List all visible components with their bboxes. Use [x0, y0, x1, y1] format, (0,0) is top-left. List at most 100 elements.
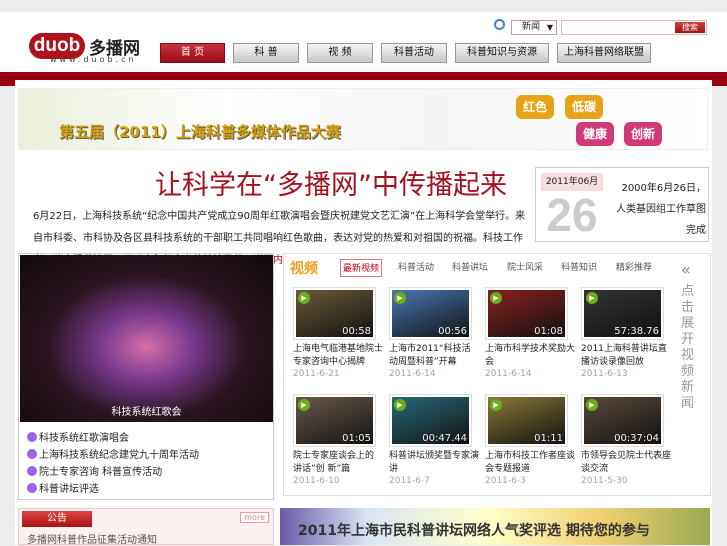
tab-lectures[interactable]: 科普讲坛: [449, 259, 491, 277]
video-image: ▶ 01:08: [488, 290, 565, 337]
contest-banner[interactable]: 第五届（2011）上海科普多媒体作品大赛 红色 低碳 健康 创新: [18, 88, 708, 150]
video-item[interactable]: ▶ 01:05 院士专家座谈会上的 讲话“创 新”篇 2011-6-10: [293, 394, 383, 486]
video-thumbnail[interactable]: ▶ 01:11: [485, 394, 568, 447]
video-duration: 01:08: [534, 326, 563, 337]
expand-icon[interactable]: «: [681, 260, 691, 279]
tab-knowledge[interactable]: 科普知识: [558, 259, 600, 277]
video-caption[interactable]: 2011上海科普讲坛直播访谈录像回放: [581, 343, 671, 369]
tab-activities[interactable]: 科普活动: [395, 259, 437, 277]
video-image: ▶ 01:11: [488, 397, 565, 444]
video-thumbnail[interactable]: ▶ 57:38.76: [581, 287, 664, 340]
video-caption[interactable]: 上海市科学技术奖励大会: [485, 343, 575, 369]
video-caption[interactable]: 上海市科技工作者座谈会专题报道: [485, 450, 575, 476]
news-photo[interactable]: 科技系统红歌会: [20, 255, 273, 422]
video-duration: 57:38.76: [614, 326, 659, 337]
video-date: 2011-5-30: [581, 476, 628, 486]
video-thumbnail[interactable]: ▶ 00:58: [293, 287, 376, 340]
tab-academicians[interactable]: 院士风采: [504, 259, 546, 277]
list-item[interactable]: 上海科技系统纪念建党九十周年活动: [27, 446, 199, 461]
video-thumbnail[interactable]: ▶ 00:47.44: [389, 394, 472, 447]
video-title: 视频: [290, 261, 318, 277]
more-link[interactable]: more: [240, 512, 269, 523]
video-item[interactable]: ▶ 00:37:04 市领导会见院士代表座谈交流 2011-5-30: [581, 394, 671, 486]
video-item[interactable]: ▶ 01:11 上海市科技工作者座谈会专题报道 2011-6-3: [485, 394, 575, 486]
video-image: ▶ 00:58: [296, 290, 373, 337]
banner-tag: 健康: [576, 122, 614, 146]
today-in-history: 2011年06月 26 2000年6月26日，人类基因组工作草图完成: [535, 167, 709, 242]
search-scope-value: 新闻: [522, 22, 541, 32]
video-item[interactable]: ▶ 00:47.44 科普讲坛颁奖暨专家演讲 2011-6-7: [389, 394, 479, 486]
tab-latest[interactable]: 最新视频: [340, 259, 382, 277]
search-scope-select[interactable]: 新闻 ▼: [511, 20, 557, 35]
nav-video[interactable]: 视 频: [307, 43, 373, 63]
tab-featured[interactable]: 精彩推荐: [613, 259, 655, 277]
video-panel: 视频 最新视频 科普活动 科普讲坛 院士风采 科普知识 精彩推荐 « 点击展开视…: [283, 253, 711, 496]
banner-title: 第五届（2011）上海科普多媒体作品大赛: [59, 123, 341, 141]
video-thumbnail[interactable]: ▶ 01:08: [485, 287, 568, 340]
list-item-label: 科普讲坛评选: [39, 484, 99, 495]
photo-caption: 科技系统红歌会: [111, 407, 182, 418]
play-icon: ▶: [490, 399, 502, 411]
list-item[interactable]: 科技系统红歌演唱会: [27, 429, 129, 444]
banner-tag: 红色: [516, 95, 554, 119]
chevron-down-icon: ▼: [546, 23, 553, 32]
notice-item[interactable]: 多播网科普作品征集活动通知: [27, 531, 157, 546]
video-caption[interactable]: 市领导会见院士代表座谈交流: [581, 450, 671, 476]
video-date: 2011-6-21: [293, 369, 340, 379]
video-item[interactable]: ▶ 00:58 上海电气临港基地院士专家咨询中心揭牌 2011-6-21: [293, 287, 383, 379]
nav-knowledge[interactable]: 科普知识与资源: [455, 43, 549, 63]
notice-box: 公告 more 多播网科普作品征集活动通知: [18, 508, 274, 546]
video-item[interactable]: ▶ 01:08 上海市科学技术奖励大会 2011-6-14: [485, 287, 575, 379]
video-date: 2011-6-3: [485, 476, 526, 486]
video-image: ▶ 00:56: [392, 290, 469, 337]
bottom-banner[interactable]: 2011年上海市民科普讲坛网络人气奖评选 期待您的参与: [280, 508, 710, 545]
nav-home[interactable]: 首 页: [160, 43, 225, 63]
play-icon: ▶: [394, 399, 406, 411]
video-image: ▶ 00:37:04: [584, 397, 661, 444]
play-icon: ▶: [586, 399, 598, 411]
video-thumbnail[interactable]: ▶ 00:37:04: [581, 394, 664, 447]
play-icon: ▶: [586, 292, 598, 304]
bottom-banner-text: 2011年上海市民科普讲坛网络人气奖评选 期待您的参与: [298, 523, 650, 539]
list-item-label: 院士专家咨询 科普宣传活动: [39, 467, 163, 478]
video-item[interactable]: ▶ 57:38.76 2011上海科普讲坛直播访谈录像回放 2011-6-13: [581, 287, 671, 379]
search-icon[interactable]: [494, 19, 505, 30]
video-date: 2011-6-10: [293, 476, 340, 486]
bullet-icon: [27, 482, 37, 493]
play-icon: ▶: [298, 292, 310, 304]
history-text[interactable]: 2000年6月26日，人类基因组工作草图完成: [612, 178, 706, 241]
video-date: 2011-6-7: [389, 476, 430, 486]
bullet-icon: [27, 448, 37, 459]
headline[interactable]: 让科学在“多播网”中传播起来: [155, 163, 507, 202]
banner-tag: 低碳: [565, 95, 603, 119]
notice-title[interactable]: 公告: [22, 511, 92, 527]
video-caption[interactable]: 上海电气临港基地院士专家咨询中心揭牌: [293, 343, 383, 369]
bullet-icon: [27, 431, 37, 442]
video-caption[interactable]: 上海市2011“科技活动周暨科普”开幕: [389, 343, 479, 369]
video-date: 2011-6-14: [389, 369, 436, 379]
video-caption[interactable]: 科普讲坛颁奖暨专家演讲: [389, 450, 479, 476]
video-image: ▶ 01:05: [296, 397, 373, 444]
list-item[interactable]: 科普讲坛评选: [27, 480, 99, 495]
play-icon: ▶: [394, 292, 406, 304]
photo-news: 科技系统红歌会 科技系统红歌演唱会 上海科技系统纪念建党九十周年活动 院士专家咨…: [18, 253, 274, 500]
logo-url: www.duob.cn: [50, 55, 137, 64]
video-thumbnail[interactable]: ▶ 01:05: [293, 394, 376, 447]
nav-science[interactable]: 科 普: [233, 43, 299, 63]
video-date: 2011-6-14: [485, 369, 532, 379]
video-caption[interactable]: 院士专家座谈会上的 讲话“创 新”篇: [293, 450, 383, 476]
search-button[interactable]: 搜索: [675, 22, 705, 33]
video-thumbnail[interactable]: ▶ 00:56: [389, 287, 472, 340]
video-duration: 00:47.44: [422, 433, 467, 444]
video-duration: 00:37:04: [614, 433, 659, 444]
nav-activities[interactable]: 科普活动: [381, 43, 447, 63]
list-item[interactable]: 院士专家咨询 科普宣传活动: [27, 463, 162, 478]
video-item[interactable]: ▶ 00:56 上海市2011“科技活动周暨科普”开幕 2011-6-14: [389, 287, 479, 379]
play-icon: ▶: [490, 292, 502, 304]
video-image: ▶ 57:38.76: [584, 290, 661, 337]
nav-alliance[interactable]: 上海科普网络联盟: [557, 43, 651, 63]
expand-video-news[interactable]: 点击展开视频新闻: [681, 284, 695, 412]
date-day: 26: [546, 189, 598, 241]
banner-tag: 创新: [624, 122, 662, 146]
play-icon: ▶: [298, 399, 310, 411]
